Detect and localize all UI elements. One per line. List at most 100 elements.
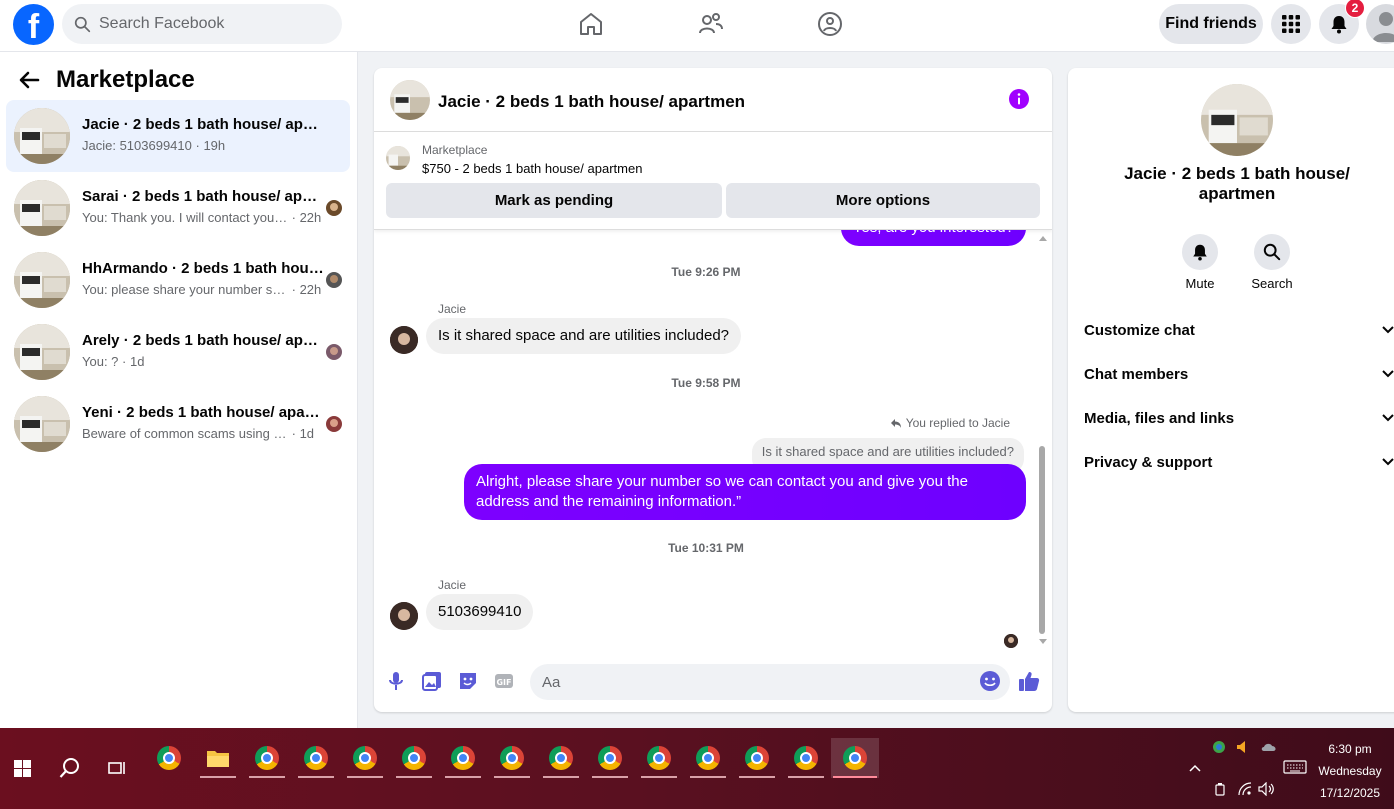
sender-name: Jacie: [438, 302, 467, 316]
listing-thumbnail: [14, 396, 70, 452]
menu-button[interactable]: [1271, 4, 1311, 44]
outgoing-message: Alright, please share your number so we …: [464, 464, 1026, 520]
top-navigation-bar: f Find friends 2: [0, 0, 1394, 52]
conversation-preview: You: Thank you. I will contact you soon …: [82, 210, 322, 225]
facebook-logo[interactable]: f: [13, 4, 54, 45]
chrome-active-window-icon[interactable]: [831, 738, 879, 778]
message-composer: GIF: [374, 658, 1052, 706]
search-label: Search: [1251, 276, 1293, 291]
find-friends-button[interactable]: Find friends: [1159, 4, 1263, 44]
task-view-icon[interactable]: [108, 759, 126, 777]
chrome-profile-window-icon[interactable]: [590, 738, 630, 778]
sender-avatar[interactable]: [390, 326, 418, 354]
listing-thumbnail[interactable]: [1201, 84, 1273, 156]
photo-icon[interactable]: [421, 670, 443, 692]
listing-price[interactable]: $750 - 2 beds 1 bath house/ apartmen: [422, 161, 642, 176]
media-files-links-row[interactable]: Media, files and links: [1084, 402, 1394, 434]
chrome-taskbar-icon[interactable]: [149, 738, 189, 778]
listing-thumbnail[interactable]: [390, 80, 430, 120]
chat-title[interactable]: Jacie · 2 beds 1 bath house/ apartmen: [438, 92, 745, 112]
search-bar[interactable]: [62, 4, 342, 44]
message-input[interactable]: [530, 664, 1010, 700]
info-icon[interactable]: [1009, 89, 1029, 109]
search-conversation-button[interactable]: Search: [1242, 234, 1302, 291]
onedrive-cloud-icon[interactable]: [1260, 742, 1278, 752]
conversation-item[interactable]: Yeni · 2 beds 1 bath house/ apartmen Bew…: [6, 388, 350, 460]
chrome-profile-window-icon[interactable]: [345, 738, 385, 778]
chat-members-row[interactable]: Chat members: [1084, 358, 1394, 390]
listing-label: Marketplace: [422, 143, 488, 157]
bell-icon: [1331, 16, 1347, 34]
volume-muted-icon[interactable]: [1236, 740, 1248, 754]
chrome-profile-window-icon[interactable]: [688, 738, 728, 778]
gif-icon[interactable]: GIF: [493, 670, 515, 692]
profile-avatar[interactable]: [1366, 4, 1394, 44]
home-icon[interactable]: [577, 10, 605, 38]
timestamp: Tue 9:58 PM: [671, 376, 741, 390]
scroll-up-arrow-icon[interactable]: [1038, 234, 1048, 242]
marketplace-header: Marketplace: [18, 66, 195, 94]
search-icon: [1263, 243, 1281, 261]
listing-thumbnail[interactable]: [386, 146, 410, 170]
app-tray-icon[interactable]: [1210, 740, 1228, 754]
conversation-item[interactable]: Arely · 2 beds 1 bath house/ apartmen Yo…: [6, 316, 350, 388]
mark-as-pending-button[interactable]: Mark as pending: [386, 183, 722, 218]
chrome-profile-window-icon[interactable]: [247, 738, 287, 778]
chrome-profile-window-icon[interactable]: [492, 738, 532, 778]
listing-thumbnail: [14, 252, 70, 308]
show-hidden-icons-chevron-icon[interactable]: [1189, 764, 1201, 772]
conversation-item[interactable]: Sarai · 2 beds 1 bath house/ apartmen Yo…: [6, 172, 350, 244]
file-explorer-icon[interactable]: [198, 738, 238, 778]
conversation-name: Jacie · 2 beds 1 bath house/ apartmen: [1124, 164, 1350, 203]
clock-time: 6:30 pm: [1328, 742, 1372, 756]
sender-avatar[interactable]: [390, 602, 418, 630]
scroll-down-arrow-icon[interactable]: [1038, 638, 1048, 646]
notifications-button[interactable]: 2: [1319, 0, 1365, 44]
mute-button[interactable]: Mute: [1170, 234, 1230, 291]
groups-icon[interactable]: [816, 10, 844, 38]
windows-start-icon[interactable]: [14, 760, 31, 777]
chrome-profile-window-icon[interactable]: [394, 738, 434, 778]
incoming-message: 5103699410: [426, 594, 534, 630]
clock-date: 17/12/2025: [1319, 786, 1381, 800]
back-arrow-icon[interactable]: [18, 69, 40, 91]
page-title: Marketplace: [56, 66, 195, 93]
system-clock[interactable]: 6:30 pm Wednesday 17/12/2025: [1300, 738, 1394, 804]
chevron-down-icon: [1382, 414, 1394, 422]
chrome-profile-window-icon[interactable]: [296, 738, 336, 778]
chrome-profile-window-icon[interactable]: [443, 738, 483, 778]
sender-name: Jacie: [438, 578, 467, 592]
conversation-item[interactable]: Jacie · 2 beds 1 bath house/ apartmen Ja…: [6, 100, 350, 172]
conversation-item[interactable]: HhArmando · 2 beds 1 bath house/ apartme…: [6, 244, 350, 316]
windows-taskbar: 6:30 pm Wednesday 17/12/2025: [0, 728, 1394, 809]
chrome-profile-window-icon[interactable]: [541, 738, 581, 778]
conversation-title: HhArmando · 2 beds 1 bath house/ apartme…: [82, 260, 324, 277]
chrome-profile-window-icon[interactable]: [737, 738, 777, 778]
emoji-icon[interactable]: [979, 670, 1001, 692]
more-options-button[interactable]: More options: [726, 183, 1040, 218]
speaker-icon[interactable]: [1258, 782, 1276, 796]
listing-thumbnail: [14, 180, 70, 236]
chrome-profile-window-icon[interactable]: [639, 738, 679, 778]
privacy-support-row[interactable]: Privacy & support: [1084, 446, 1394, 478]
wifi-icon[interactable]: [1238, 782, 1252, 796]
sticker-icon[interactable]: [457, 670, 479, 692]
read-receipt-avatar: [326, 272, 342, 288]
search-input[interactable]: [99, 15, 319, 33]
message-thread: Yes, are you interested? Tue 9:26 PM Jac…: [374, 230, 1052, 654]
scrollbar-thumb[interactable]: [1039, 446, 1045, 634]
microphone-icon[interactable]: [385, 670, 407, 692]
customize-chat-row[interactable]: Customize chat: [1084, 314, 1394, 346]
listing-thumbnail: [14, 324, 70, 380]
search-icon[interactable]: [59, 757, 81, 779]
listing-thumbnail: [14, 108, 70, 164]
timestamp: Tue 9:26 PM: [671, 265, 741, 279]
chrome-profile-window-icon[interactable]: [786, 738, 826, 778]
chat-header: Jacie · 2 beds 1 bath house/ apartmen: [374, 68, 1052, 132]
battery-plug-icon[interactable]: [1214, 782, 1226, 796]
seen-indicator-avatar: [1004, 634, 1018, 648]
chevron-down-icon: [1382, 370, 1394, 378]
friends-icon[interactable]: [697, 10, 725, 38]
thumbs-up-icon[interactable]: [1018, 670, 1040, 692]
grid-menu-icon: [1282, 15, 1300, 33]
